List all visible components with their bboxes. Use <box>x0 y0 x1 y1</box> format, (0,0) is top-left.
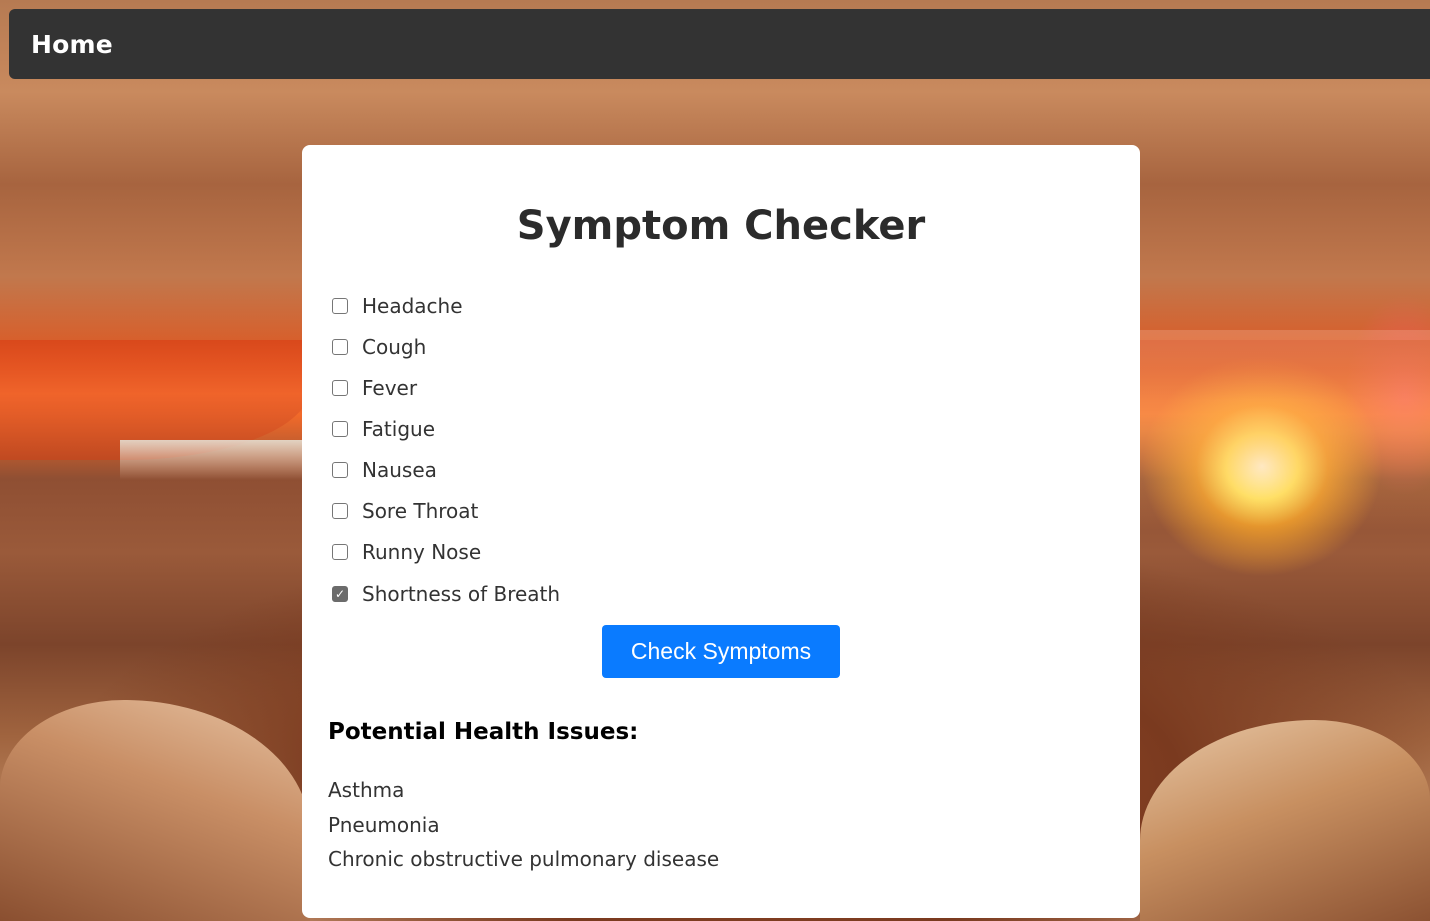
symptom-item-headache[interactable]: Headache <box>332 285 932 326</box>
top-navbar: Home <box>9 9 1430 79</box>
check-symptoms-button[interactable]: Check Symptoms <box>602 625 840 678</box>
sore-throat-checkbox[interactable] <box>332 502 348 519</box>
shortness-of-breath-checkbox[interactable]: ✓ <box>332 585 348 602</box>
symptom-item-fever[interactable]: Fever <box>332 367 932 408</box>
symptom-label: Shortness of Breath <box>362 581 561 606</box>
symptom-label: Cough <box>362 334 427 359</box>
symptom-label: Headache <box>362 293 463 318</box>
rocks-right <box>1140 720 1430 921</box>
checkmark-icon: ✓ <box>334 586 346 601</box>
symptom-label: Runny Nose <box>362 539 482 564</box>
result-item: Pneumonia <box>328 812 440 837</box>
symptom-item-cough[interactable]: Cough <box>332 326 932 367</box>
runny-nose-checkbox[interactable] <box>332 543 348 560</box>
symptom-item-runny-nose[interactable]: Runny Nose <box>332 531 932 572</box>
symptom-checker-card: Symptom Checker Headache Cough Fever Fat… <box>302 145 1140 918</box>
symptom-item-sore-throat[interactable]: Sore Throat <box>332 490 932 531</box>
home-link[interactable]: Home <box>31 30 113 59</box>
rocks-left <box>0 700 310 921</box>
results-list: Asthma Pneumonia Chronic obstructive pul… <box>328 773 719 877</box>
cough-checkbox[interactable] <box>332 338 348 355</box>
horizon-left <box>120 440 310 480</box>
symptom-label: Fever <box>362 375 418 400</box>
page-title: Symptom Checker <box>516 203 926 249</box>
horizon-right <box>1140 330 1430 530</box>
symptom-item-shortness-of-breath[interactable]: ✓ Shortness of Breath <box>332 572 932 615</box>
result-item: Asthma <box>328 778 405 802</box>
symptom-label: Fatigue <box>362 416 435 441</box>
results-heading: Potential Health Issues: <box>328 719 639 745</box>
headache-checkbox[interactable] <box>332 297 348 314</box>
symptom-label: Sore Throat <box>362 498 479 523</box>
symptom-item-fatigue[interactable]: Fatigue <box>332 408 932 449</box>
symptom-list: Headache Cough Fever Fatigue Nausea Sore… <box>332 285 932 615</box>
nausea-checkbox[interactable] <box>332 461 348 478</box>
symptom-item-nausea[interactable]: Nausea <box>332 449 932 490</box>
fever-checkbox[interactable] <box>332 379 348 396</box>
fatigue-checkbox[interactable] <box>332 420 348 437</box>
result-item: Chronic obstructive pulmonary disease <box>328 847 720 871</box>
symptom-label: Nausea <box>362 457 437 482</box>
